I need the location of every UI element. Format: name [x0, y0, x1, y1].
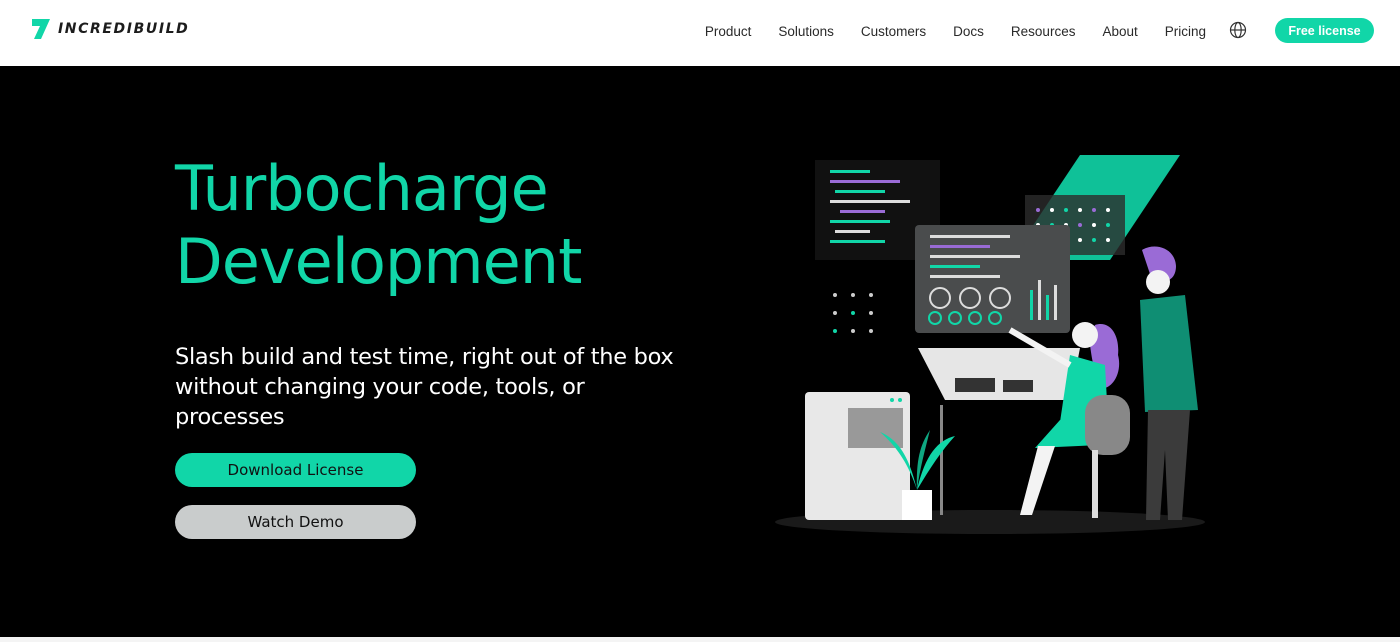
- main-nav: Product Solutions Customers Docs Resourc…: [678, 0, 1206, 62]
- nav-item-docs[interactable]: Docs: [953, 24, 984, 39]
- download-license-button[interactable]: Download License: [175, 453, 416, 487]
- nav-item-about[interactable]: About: [1102, 24, 1137, 39]
- standing-person-graphic: [1140, 246, 1198, 520]
- page-divider: [0, 637, 1400, 642]
- hero-title-line-2: Development: [175, 225, 582, 298]
- nav-item-product[interactable]: Product: [705, 24, 752, 39]
- site-header: INCREDIBUILD Product Solutions Customers…: [0, 0, 1400, 66]
- nav-item-resources[interactable]: Resources: [1011, 24, 1076, 39]
- nav-item-solutions[interactable]: Solutions: [778, 24, 834, 39]
- brand-logo[interactable]: INCREDIBUILD: [30, 18, 189, 40]
- incredibuild-logo-icon: [32, 19, 50, 39]
- dots-left-graphic: [833, 293, 873, 333]
- hero-illustration: [775, 155, 1205, 534]
- nav-item-pricing[interactable]: Pricing: [1165, 24, 1206, 39]
- globe-icon[interactable]: [1229, 21, 1247, 39]
- hero-title: Turbocharge Development: [175, 152, 582, 298]
- dashboard-panel-graphic: [915, 225, 1070, 333]
- hero-subtitle: Slash build and test time, right out of …: [175, 344, 674, 430]
- free-license-button[interactable]: Free license: [1275, 18, 1374, 43]
- cabinet-graphic: [805, 392, 910, 520]
- watch-demo-button[interactable]: Watch Demo: [175, 505, 416, 539]
- hero-title-line-1: Turbocharge: [175, 152, 549, 225]
- brand-name: INCREDIBUILD: [58, 21, 190, 37]
- nav-item-customers[interactable]: Customers: [861, 24, 926, 39]
